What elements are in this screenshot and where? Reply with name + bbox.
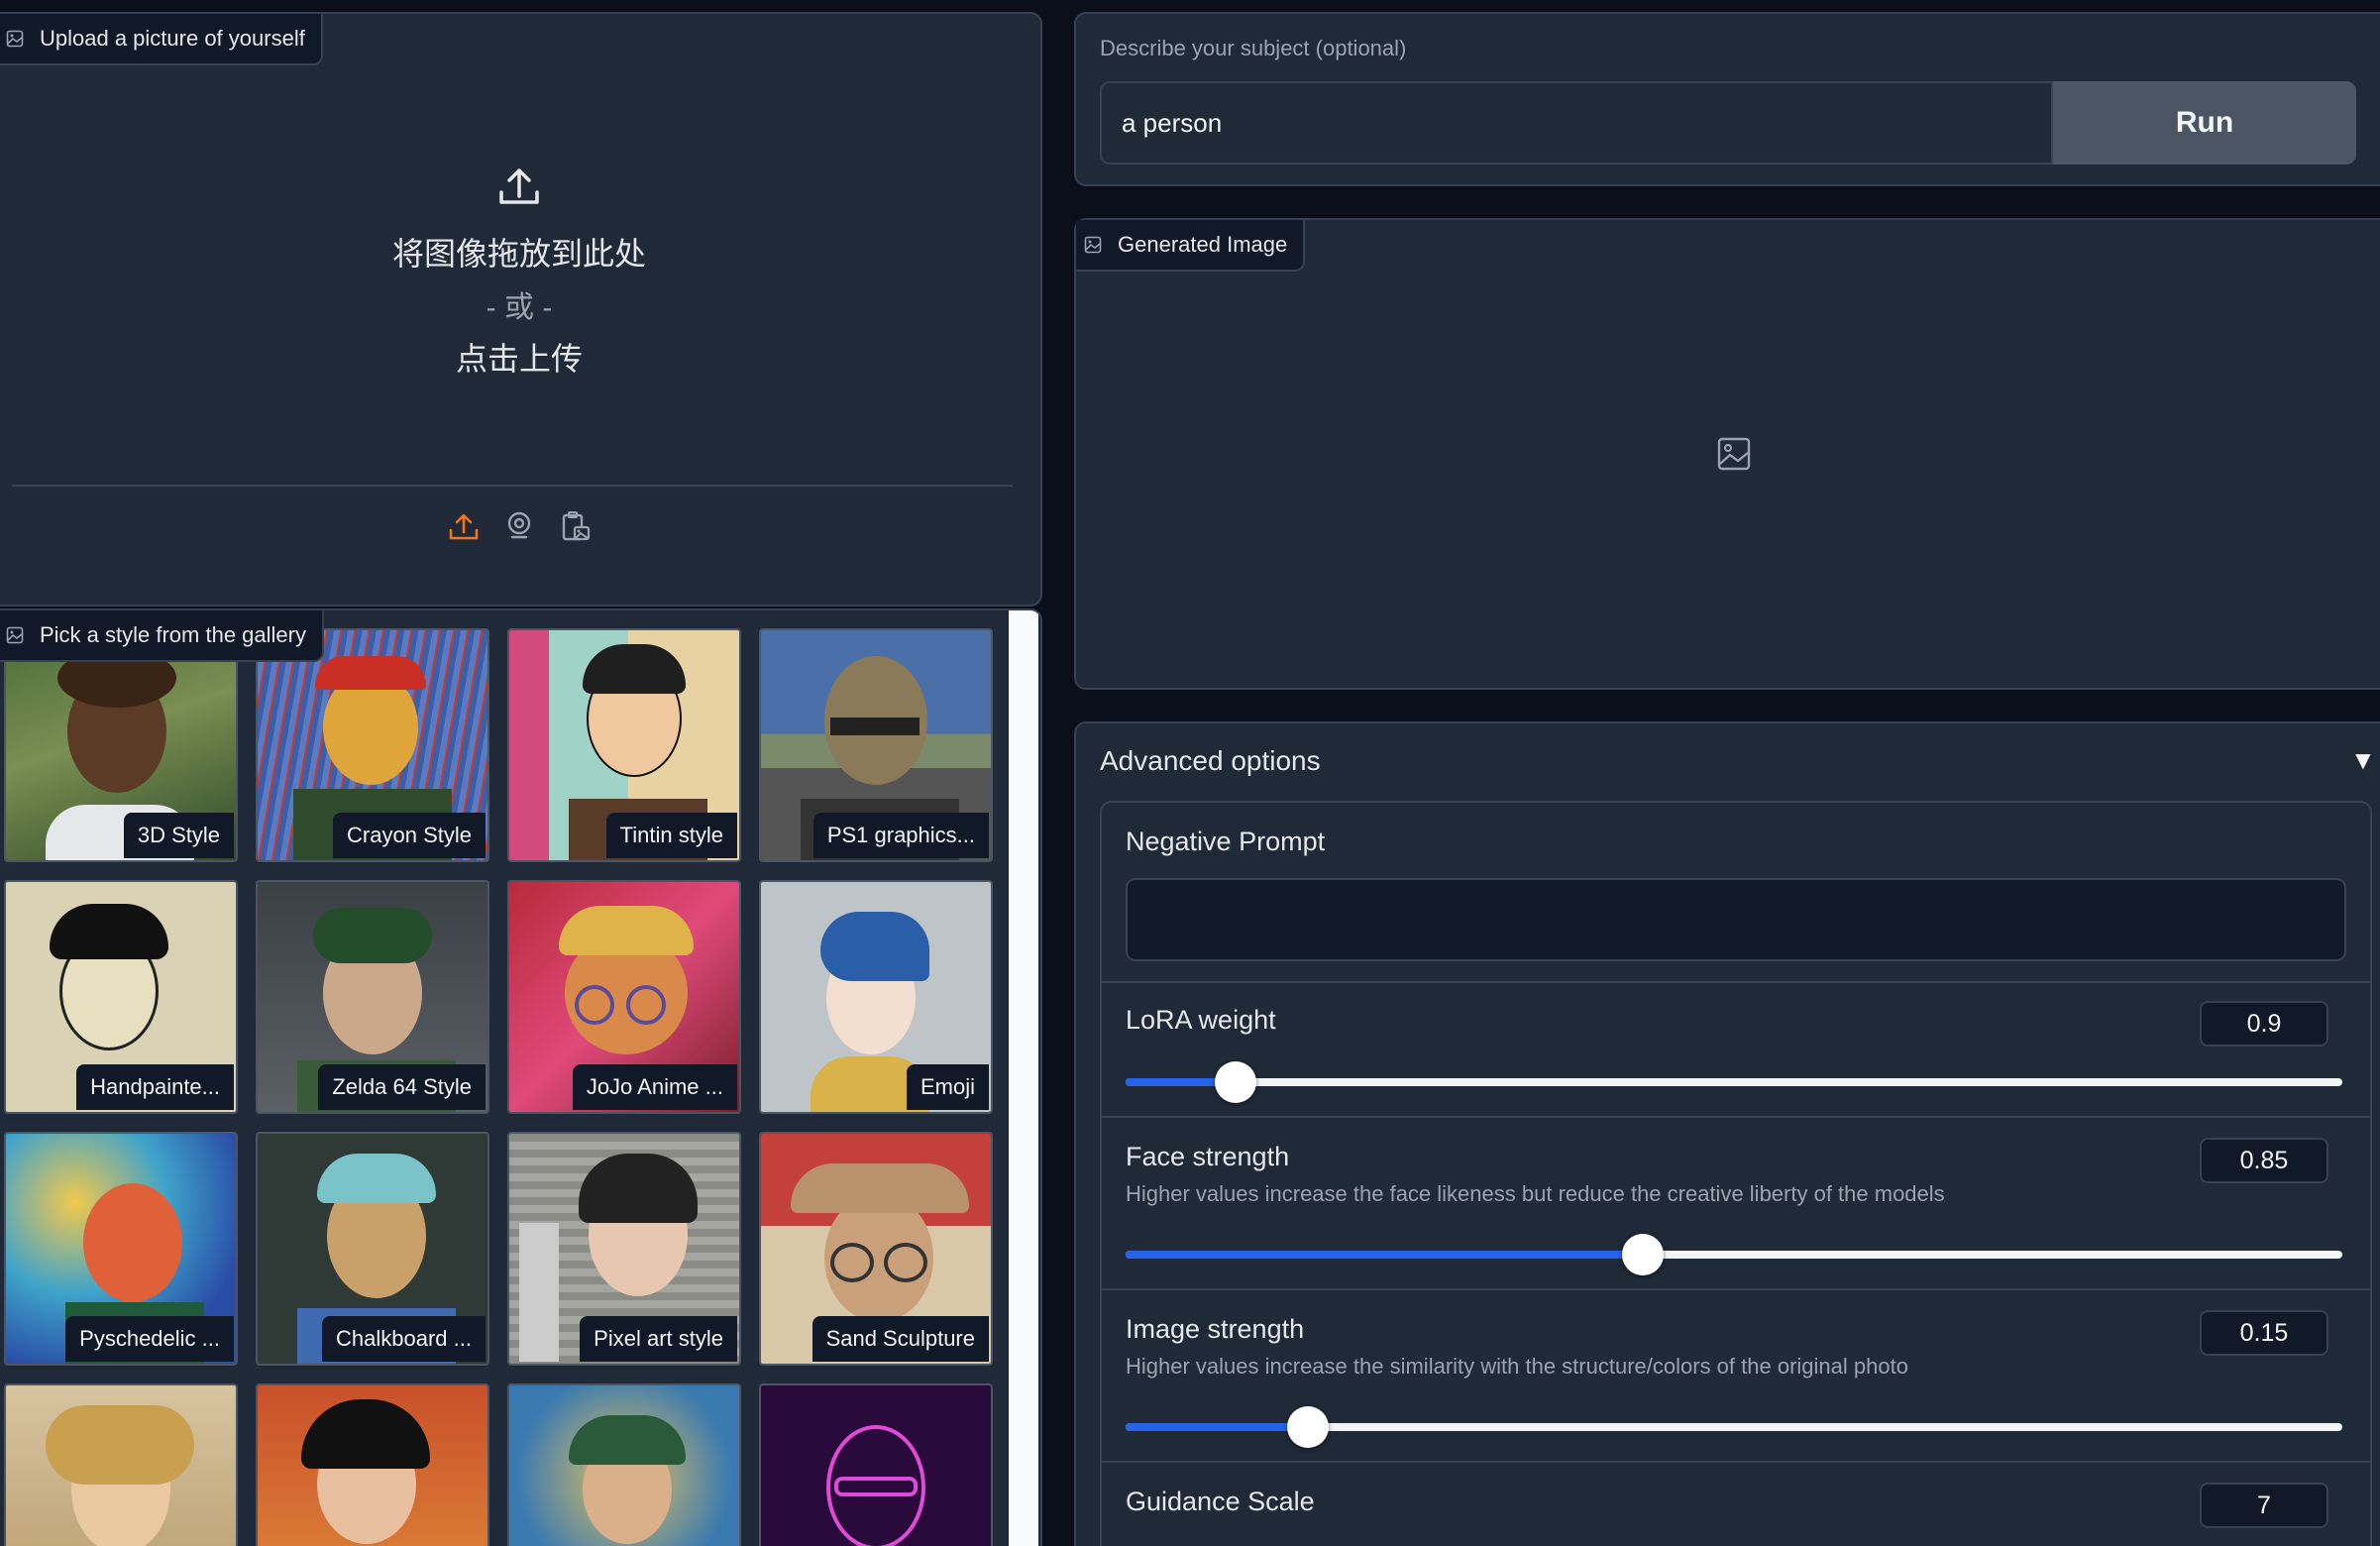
or-text: - 或 - (486, 291, 553, 324)
lora-weight-label: LoRA weight (1126, 1005, 1276, 1035)
source-selector (0, 509, 1040, 543)
style-preview-image (258, 1385, 487, 1546)
gallery-item[interactable] (4, 1383, 238, 1546)
style-preview-image (6, 1385, 236, 1546)
style-preview-image (509, 1385, 739, 1546)
advanced-options-body: Negative Prompt LoRA weight Face strengt… (1100, 801, 2372, 1546)
image-strength-number[interactable] (2200, 1310, 2328, 1356)
upload-label-text: Upload a picture of yourself (40, 26, 305, 51)
webcam-icon[interactable] (502, 509, 536, 543)
output-label-text: Generated Image (1118, 232, 1288, 257)
advanced-options-title[interactable]: Advanced options (1100, 745, 1321, 777)
gallery-scrollbar[interactable] (1009, 610, 1038, 1546)
lora-weight-slider[interactable] (1126, 1061, 2342, 1103)
gallery-label: Pick a style from the gallery (0, 610, 324, 662)
negative-prompt-setting: Negative Prompt (1102, 803, 2370, 983)
gallery-item-caption: Crayon Style (333, 813, 486, 858)
output-label: Generated Image (1076, 220, 1306, 272)
slider-handle[interactable] (1287, 1406, 1330, 1448)
gallery-item-caption: Emoji (906, 1064, 989, 1110)
image-icon (1084, 236, 1102, 254)
click-to-upload-text[interactable]: 点击上传 (0, 334, 1040, 380)
generated-image-panel: Generated Image (1074, 218, 2380, 690)
gallery-item-caption: PS1 graphics... (812, 813, 989, 858)
gallery-item-crayon-style[interactable]: Crayon Style (256, 628, 489, 862)
empty-image-icon (1716, 436, 1752, 477)
lora-weight-setting: LoRA weight (1102, 983, 2370, 1118)
lora-weight-number[interactable] (2200, 1001, 2328, 1047)
slider-fill (1126, 1423, 1309, 1431)
upload-panel[interactable]: Upload a picture of yourself 将图像拖放到此处 - … (0, 12, 1042, 607)
gallery-item-zelda-64-style[interactable]: Zelda 64 Style (256, 880, 489, 1114)
guidance-scale-label: Guidance Scale (1126, 1487, 1315, 1516)
drop-zone[interactable]: 将图像拖放到此处 - 或 - 点击上传 (0, 163, 1040, 380)
gallery-item-3d-style[interactable]: 3D Style (4, 628, 238, 862)
gallery-item-caption: 3D Style (123, 813, 234, 858)
slider-handle[interactable] (1214, 1061, 1256, 1103)
image-strength-info: Higher values increase the similarity wi… (1126, 1354, 1908, 1379)
upload-icon (0, 163, 1040, 215)
upload-source-icon[interactable] (447, 509, 481, 543)
face-strength-slider[interactable] (1126, 1234, 2342, 1275)
gallery-item-jojo-anime[interactable]: JoJo Anime ... (507, 880, 741, 1114)
gallery-item-pyschedelic[interactable]: Pyschedelic ... (4, 1132, 238, 1366)
subject-panel: Describe your subject (optional) Run (1074, 12, 2380, 186)
face-strength-info: Higher values increase the face likeness… (1126, 1181, 1945, 1206)
advanced-options-panel: Advanced options ▼ Negative Prompt LoRA … (1074, 721, 2380, 1546)
face-strength-setting: Face strength Higher values increase the… (1102, 1118, 2370, 1290)
face-strength-number[interactable] (2200, 1138, 2328, 1183)
clipboard-icon[interactable] (558, 509, 592, 543)
face-strength-label: Face strength (1126, 1142, 1290, 1171)
gallery-item-caption: Handpainte... (76, 1064, 234, 1110)
slider-handle[interactable] (1621, 1234, 1664, 1275)
style-gallery: Pick a style from the gallery 3D Style C… (0, 608, 1042, 1546)
gallery-label-text: Pick a style from the gallery (40, 622, 306, 647)
gallery-item-sand-sculpture[interactable]: Sand Sculpture (759, 1132, 993, 1366)
gallery-item[interactable] (759, 1383, 993, 1546)
upload-label: Upload a picture of yourself (0, 14, 323, 65)
style-preview-image (761, 1385, 991, 1546)
gallery-item-ps1-graphics[interactable]: PS1 graphics... (759, 628, 993, 862)
gallery-item-tintin-style[interactable]: Tintin style (507, 628, 741, 862)
guidance-scale-setting: Guidance Scale (1102, 1463, 2370, 1546)
image-strength-setting: Image strength Higher values increase th… (1102, 1290, 2370, 1463)
gallery-item-caption: JoJo Anime ... (572, 1064, 737, 1110)
collapse-toggle-icon[interactable]: ▼ (2350, 745, 2376, 776)
run-button[interactable]: Run (2053, 81, 2356, 165)
drop-text: 将图像拖放到此处 (391, 236, 646, 272)
slider-fill (1126, 1251, 1643, 1259)
gallery-item-caption: Sand Sculpture (811, 1316, 989, 1362)
gallery-item-handpainted[interactable]: Handpainte... (4, 880, 238, 1114)
divider (12, 485, 1013, 487)
gallery-item-caption: Zelda 64 Style (318, 1064, 486, 1110)
image-strength-label: Image strength (1126, 1314, 1305, 1344)
gallery-item-caption: Chalkboard ... (322, 1316, 486, 1362)
image-icon (6, 626, 24, 644)
subject-label: Describe your subject (optional) (1100, 36, 1407, 60)
gallery-item-caption: Pixel art style (580, 1316, 737, 1362)
guidance-scale-number[interactable] (2200, 1483, 2328, 1528)
gallery-item-caption: Tintin style (605, 813, 737, 858)
gallery-item-chalkboard[interactable]: Chalkboard ... (256, 1132, 489, 1366)
gallery-item-pixel-art-style[interactable]: Pixel art style (507, 1132, 741, 1366)
gallery-item[interactable] (507, 1383, 741, 1546)
image-strength-slider[interactable] (1126, 1406, 2342, 1448)
negative-prompt-label: Negative Prompt (1126, 827, 1326, 856)
negative-prompt-input[interactable] (1126, 878, 2346, 961)
gallery-grid: 3D Style Crayon Style Tintin style PS1 g… (4, 628, 993, 1546)
subject-input[interactable] (1100, 81, 2053, 165)
gallery-item[interactable] (256, 1383, 489, 1546)
image-icon (6, 30, 24, 48)
gallery-item-caption: Pyschedelic ... (65, 1316, 234, 1362)
gallery-item-emoji[interactable]: Emoji (759, 880, 993, 1114)
